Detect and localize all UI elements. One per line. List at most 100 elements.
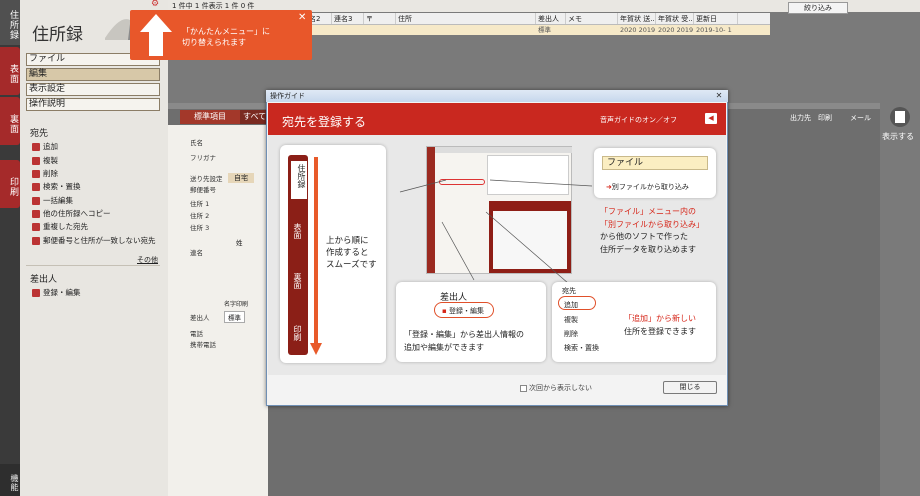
sidebar-item-copy-to-other[interactable]: 他の住所録へコピー: [32, 208, 111, 219]
divider: [26, 265, 160, 266]
tooltip-close-button[interactable]: ✕: [298, 12, 306, 23]
table-cell: [332, 25, 364, 35]
dialog-close-icon[interactable]: ✕: [712, 91, 726, 101]
column-header[interactable]: 連名3: [332, 13, 364, 24]
search-item: 検索・置換: [564, 344, 599, 352]
menu-help[interactable]: 操作説明: [26, 98, 160, 111]
table-cell: [566, 25, 618, 35]
sidebar-item-add[interactable]: 追加: [32, 141, 58, 152]
sidebar-item-duplicate[interactable]: 複製: [32, 155, 58, 166]
column-header[interactable]: 年賀状 受...: [656, 13, 694, 24]
tooltip-text: 「かんたんメニュー」に 切り替えられます: [182, 27, 270, 47]
destination-value[interactable]: 自宅: [228, 173, 254, 183]
other-link[interactable]: その他: [137, 255, 158, 265]
gear-icon[interactable]: ⚙: [151, 0, 160, 9]
trash-icon: [32, 169, 40, 178]
mail-label[interactable]: メール: [850, 113, 871, 123]
field-label: 差出人: [190, 314, 210, 322]
add-item: 追加: [564, 301, 578, 309]
dont-show-again-checkbox[interactable]: 次回から表示しない: [520, 383, 592, 393]
mode-tab-bar: 住所録 表面 裏面 印刷 機能: [0, 0, 20, 496]
column-header[interactable]: 更新日: [694, 13, 738, 24]
app-logo: 住所録: [32, 25, 83, 45]
sender-select[interactable]: 標準: [224, 311, 245, 323]
column-header[interactable]: 差出人: [536, 13, 566, 24]
field-label: 連名: [190, 249, 203, 257]
table-cell: [364, 25, 396, 35]
flow-tab-back: 裏面: [293, 273, 302, 289]
grid-header: 連名2 連名3 〒 住所 差出人 メモ 年賀状 送... 年賀状 受... 更新…: [300, 13, 770, 25]
bulk-edit-icon: [32, 196, 40, 205]
record-count: 1 件中 1 件表示 1 件 0 件: [172, 2, 255, 10]
field-label: 氏名: [190, 139, 203, 147]
add-description: 「追加」から新しい 住所を登録できます: [624, 314, 696, 336]
duplicate-icon: [32, 156, 40, 165]
callout-lines: [399, 179, 593, 291]
surname-column: 姓: [236, 239, 243, 247]
add-card: 宛先 追加 複製 削除 検索・置換 「追加」から新しい 住所を登録できます: [552, 282, 716, 362]
dialog-heading: 宛先を登録する: [282, 115, 367, 129]
table-cell: 2019-10- 1: [696, 26, 732, 34]
file-menu-card: ファイル ➜別ファイルから取り込み: [594, 148, 716, 198]
arrow-up-icon: [140, 14, 172, 56]
tab-back[interactable]: 裏面: [0, 97, 20, 145]
sidebar-item-postal-mismatch[interactable]: 郵便番号と住所が一致しない宛先: [32, 235, 156, 246]
copy-arrow-icon: [32, 209, 40, 218]
column-header[interactable]: 〒: [364, 13, 396, 24]
register-icon: [32, 288, 40, 297]
add-icon: [32, 142, 40, 151]
column-header[interactable]: メモ: [566, 13, 618, 24]
tab-functions[interactable]: 機能: [0, 464, 20, 496]
print-label[interactable]: 印刷: [818, 113, 832, 123]
output-label[interactable]: 出力先: [790, 113, 811, 123]
table-cell: [396, 25, 536, 35]
menu-edit[interactable]: 編集: [26, 68, 160, 81]
duplicate-check-icon: [32, 222, 40, 231]
sender-section-title: 差出人: [30, 275, 58, 285]
field-label: 住所 2: [190, 212, 210, 220]
table-row[interactable]: 標準 2020 2019 20... 2020 2019 20... 2019-…: [300, 25, 770, 35]
tab-address-book[interactable]: 住所録: [0, 0, 20, 45]
sidebar-item-sender-edit[interactable]: 登録・編集: [32, 287, 81, 298]
flow-tab-front: 表面: [293, 223, 302, 239]
arrow-down-icon: [310, 157, 322, 355]
sidebar-item-bulk-edit[interactable]: 一括編集: [32, 195, 73, 206]
flow-description: 上から順に 作成すると スムーズです: [326, 236, 377, 270]
sidebar: 住所録 ファイル 編集 表示設定 操作説明 宛先 追加 複製 削除 検索・置換 …: [20, 0, 168, 496]
recipient-section-title: 宛先: [30, 129, 49, 139]
dialog-titlebar: 操作ガイド: [266, 90, 728, 102]
voice-guide-toggle[interactable]: 音声ガイドのオン／オフ: [600, 115, 677, 125]
sidebar-item-duplicates[interactable]: 重複した宛先: [32, 221, 88, 232]
filter-button[interactable]: 絞り込み: [788, 2, 848, 14]
column-header[interactable]: 住所: [396, 13, 536, 24]
document-icon: [890, 107, 910, 127]
field-label: 住所 3: [190, 224, 210, 232]
tab-print[interactable]: 印刷: [0, 160, 20, 208]
detail-form: 氏名 フリガナ 送り先設定 郵便番号 住所 1 住所 2 住所 3 連名 差出人…: [168, 125, 268, 496]
column-header[interactable]: 年賀状 送...: [618, 13, 656, 24]
table-cell: 2020 2019 20...: [620, 26, 656, 34]
register-icon: ▪: [442, 307, 447, 315]
sender-description: 「登録・編集」から差出人情報の 追加や編集ができます: [404, 330, 524, 352]
file-menu-sample: ファイル: [602, 156, 708, 170]
display-button[interactable]: 表示する: [882, 105, 918, 141]
delete-item: 削除: [564, 330, 578, 338]
add-card-title: 宛先: [562, 287, 576, 295]
field-label: 郵便番号: [190, 186, 216, 194]
tab-standard-fields[interactable]: 標準項目: [180, 110, 240, 124]
speaker-icon[interactable]: ◀: [705, 113, 717, 124]
menu-display-settings[interactable]: 表示設定: [26, 83, 160, 96]
flow-card: 住所録 表面 裏面 印刷 上から順に 作成すると スムーズです: [280, 145, 386, 363]
duplicate-item: 複製: [564, 316, 578, 324]
close-button[interactable]: 閉じる: [663, 381, 717, 394]
sidebar-item-delete[interactable]: 削除: [32, 168, 58, 179]
suffix-checkbox[interactable]: 名字印刷: [224, 299, 248, 308]
flow-tab-print: 印刷: [293, 325, 302, 341]
field-label: 携帯電話: [190, 341, 216, 349]
sender-card: 差出人 ▪ 登録・編集 「登録・編集」から差出人情報の 追加や編集ができます: [396, 282, 546, 362]
field-label: 住所 1: [190, 200, 210, 208]
sidebar-item-search-replace[interactable]: 検索・置換: [32, 181, 81, 192]
flow-tab-address: 住所録: [291, 161, 307, 199]
file-import-sample: ➜別ファイルから取り込み: [606, 183, 689, 191]
tab-front[interactable]: 表面: [0, 47, 20, 95]
